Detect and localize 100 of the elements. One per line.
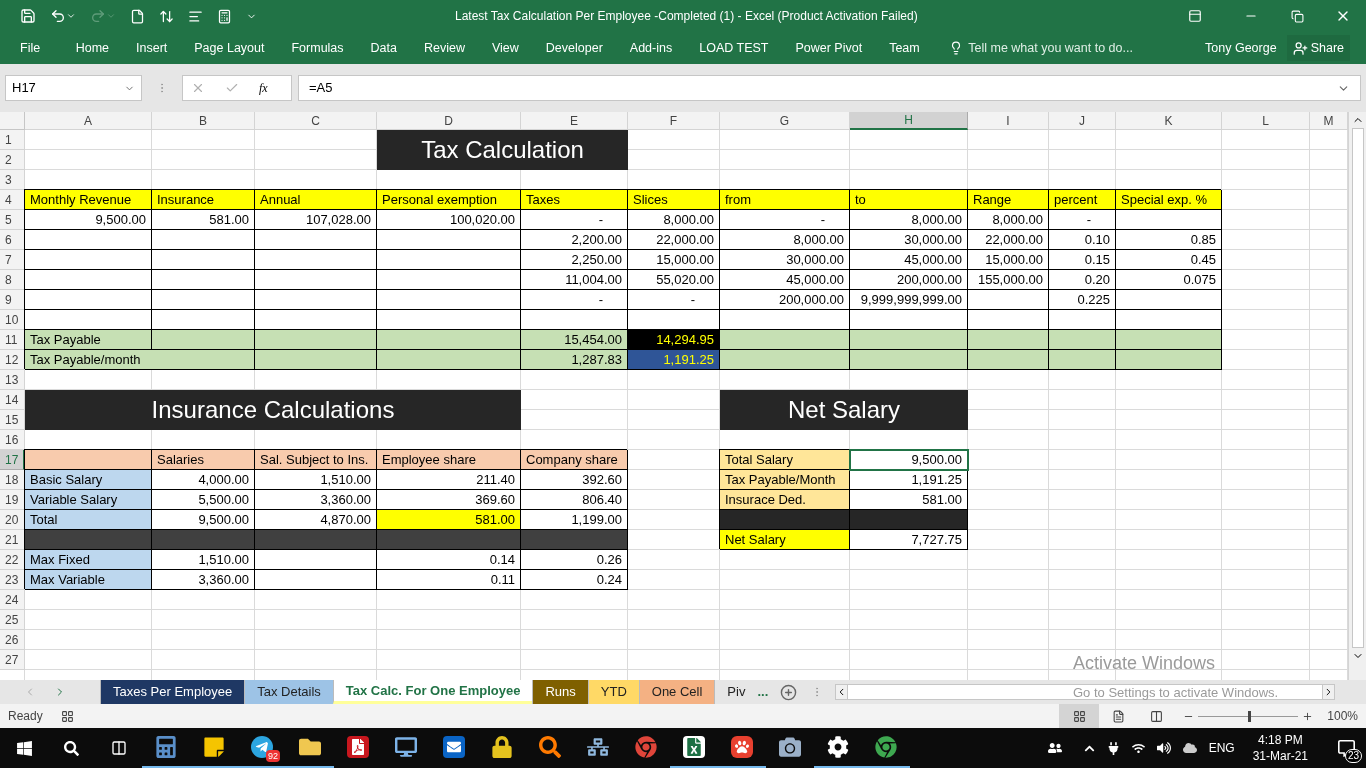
row-header[interactable]: 10 (0, 310, 25, 330)
ribbon-tab[interactable]: File (8, 34, 63, 62)
row-header[interactable]: 22 (0, 550, 25, 570)
column-header[interactable]: H (850, 112, 968, 130)
ribbon-tab[interactable]: Data (357, 34, 411, 62)
ribbon-tab[interactable]: Review (410, 34, 479, 62)
calculator-icon (155, 736, 177, 758)
column-header[interactable]: E (521, 112, 628, 130)
cloud-icon[interactable] (1182, 741, 1197, 755)
scroll-right-icon[interactable] (1322, 685, 1335, 699)
row-header[interactable]: 1 (0, 130, 25, 150)
row-header[interactable]: 12 (0, 350, 25, 370)
scroll-left-icon[interactable] (836, 685, 849, 699)
row-header[interactable]: 26 (0, 630, 25, 650)
ribbon-tab[interactable]: Formulas (277, 34, 358, 62)
scrollbar-track[interactable] (1351, 128, 1364, 648)
column-header[interactable]: M (1310, 112, 1348, 130)
horizontal-scrollbar[interactable] (835, 684, 1336, 700)
row-header[interactable]: 9 (0, 290, 25, 310)
clock[interactable]: 4:18 PM 31-Mar-21 (1252, 732, 1308, 764)
wifi-icon[interactable] (1131, 741, 1145, 755)
dropdown-icon[interactable] (66, 11, 76, 21)
sheet-tab[interactable]: One Cell (638, 680, 715, 704)
ribbon-tab[interactable]: View (478, 34, 533, 62)
volume-icon[interactable] (1156, 741, 1171, 755)
sort-icon[interactable] (159, 8, 174, 24)
row-header[interactable]: 8 (0, 270, 25, 290)
column-header[interactable]: F (628, 112, 720, 130)
vertical-scrollbar[interactable] (1348, 112, 1366, 680)
row-header[interactable]: 7 (0, 250, 25, 270)
zoom-slider-thumb[interactable] (1248, 710, 1252, 722)
ribbon-tab[interactable]: LOAD TEST (685, 34, 782, 62)
column-header[interactable]: J (1049, 112, 1116, 130)
table-cell: 581.00 (152, 210, 255, 230)
table-cell: 0.11 (377, 570, 521, 590)
more-sheets-button[interactable]: ... (757, 680, 781, 704)
row-header[interactable]: 18 (0, 470, 25, 490)
column-header[interactable]: B (152, 112, 255, 130)
new-sheet-icon[interactable] (780, 683, 798, 701)
ribbon-tab[interactable]: Add-ins (616, 34, 686, 62)
calculator-icon[interactable] (217, 8, 232, 24)
ribbon-tab[interactable]: Insert (122, 34, 181, 62)
indent-icon[interactable] (188, 8, 203, 24)
row-header[interactable]: 4 (0, 190, 25, 210)
row-header[interactable]: 15 (0, 410, 25, 430)
table-cell: Range (968, 190, 1049, 210)
row-header[interactable]: 11 (0, 330, 25, 350)
people-icon[interactable] (1047, 741, 1062, 755)
sheet-tab[interactable]: Runs (532, 680, 588, 704)
row-header[interactable]: 27 (0, 650, 25, 670)
column-header[interactable]: L (1222, 112, 1310, 130)
column-header[interactable]: G (720, 112, 850, 130)
share-button[interactable]: Share (1286, 35, 1350, 61)
column-header[interactable]: D (377, 112, 521, 130)
language-indicator[interactable]: ENG (1208, 739, 1235, 757)
row-header[interactable]: 6 (0, 230, 25, 250)
formula-field[interactable]: =A5 (298, 75, 1361, 101)
insert-function-button[interactable]: fx (259, 79, 268, 97)
ribbon-tab[interactable]: Power Pivot (781, 34, 876, 62)
user-name: Tony George (1205, 39, 1277, 57)
notifications-button[interactable]: 23 (1326, 728, 1366, 768)
sheet-tab[interactable]: YTD (587, 680, 639, 704)
sheet-tab[interactable]: Tax Details (244, 680, 333, 704)
row-header[interactable]: 23 (0, 570, 25, 590)
table-cell: 14,294.95 (628, 330, 720, 350)
ribbon-tab[interactable]: Home (62, 34, 123, 62)
column-header[interactable]: A (25, 112, 152, 130)
column-header[interactable]: I (968, 112, 1049, 130)
power-icon[interactable] (1106, 741, 1120, 755)
zoom-level[interactable]: 100% (1327, 707, 1358, 725)
undo-icon[interactable] (50, 8, 66, 24)
column-header[interactable]: K (1116, 112, 1222, 130)
table-cell: - (720, 210, 850, 230)
row-header[interactable]: 16 (0, 430, 25, 450)
zoom-slider[interactable] (1198, 710, 1299, 722)
row-header[interactable]: 14 (0, 390, 25, 410)
ribbon-tab[interactable]: Page Layout (180, 34, 278, 62)
sheet-tab[interactable]: Tax Calc. For One Employee (332, 680, 533, 704)
normal-view-button[interactable] (1059, 704, 1100, 728)
row-header[interactable]: 3 (0, 170, 25, 190)
row-header[interactable]: 25 (0, 610, 25, 630)
sheet-tab[interactable]: Taxes Per Employee (100, 680, 245, 704)
row-header[interactable]: 2 (0, 150, 25, 170)
ribbon-tab[interactable]: Developer (532, 34, 617, 62)
row-header[interactable]: 5 (0, 210, 25, 230)
row-header[interactable]: 24 (0, 590, 25, 610)
column-header[interactable]: C (255, 112, 377, 130)
zoom-in-icon[interactable] (1302, 710, 1314, 722)
save-icon[interactable] (20, 8, 36, 24)
ribbon-tab[interactable]: Team (875, 34, 934, 62)
row-header[interactable]: 17 (0, 450, 25, 470)
new-file-icon[interactable] (130, 8, 145, 24)
row-header[interactable]: 19 (0, 490, 25, 510)
name-box[interactable]: H17 (5, 75, 142, 101)
row-header[interactable]: 13 (0, 370, 25, 390)
row-header[interactable]: 20 (0, 510, 25, 530)
table-cell: 9,500.00 (152, 510, 255, 530)
row-header[interactable]: 21 (0, 530, 25, 550)
tell-me-field[interactable]: Tell me what you want to do... (968, 38, 1133, 58)
taskbar-app-button[interactable]: 92 (238, 728, 286, 768)
